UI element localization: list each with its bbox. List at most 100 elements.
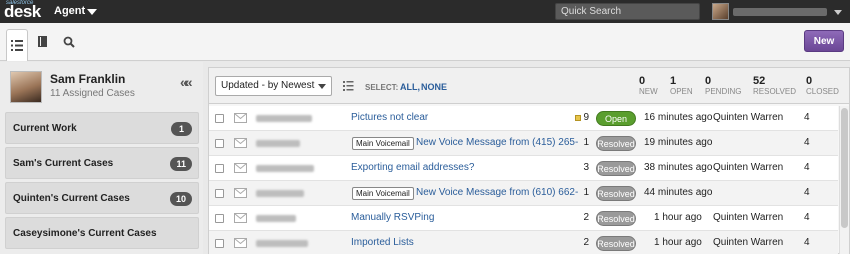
row-checkbox[interactable] (215, 164, 224, 173)
message-count: 2 (583, 212, 589, 223)
stat-open[interactable]: 1 OPEN (670, 75, 693, 96)
table-row[interactable]: Main Voicemail New Voice Message from (41… (209, 131, 838, 156)
list-header: Updated - by Newest SELECT: ALL, NONE 0 … (209, 68, 849, 104)
customer-name-redacted (256, 190, 304, 197)
count-badge: 10 (169, 192, 192, 206)
status-badge: Open (596, 111, 636, 126)
profile-name: Sam Franklin (50, 72, 126, 86)
toolbar: New (0, 23, 850, 61)
table-row[interactable]: Exporting email addresses? 3 Resolved 38 mi… (209, 156, 838, 181)
sort-select[interactable]: Updated - by Newest (215, 76, 332, 96)
row-checkbox[interactable] (215, 139, 224, 148)
customer-name-redacted (256, 215, 296, 222)
user-name-redacted[interactable] (733, 8, 827, 16)
table-row[interactable]: Main Voicemail New Voice Message from (61… (209, 181, 838, 206)
sidebar-item-label: Current Work (13, 122, 77, 134)
stat-label: NEW (639, 87, 658, 96)
sidebar-item-quintens-cases[interactable]: Quinten's Current Cases 10 (5, 182, 199, 214)
stat-pending[interactable]: 0 PENDING (705, 75, 741, 96)
message-count: 3 (583, 162, 589, 173)
scroll-thumb[interactable] (841, 108, 848, 228)
select-label: SELECT: (365, 83, 399, 92)
table-row[interactable]: Imported Lists 2 Resolved 1 hour ago Quinten… (209, 231, 838, 254)
user-menu-chevron-icon[interactable] (834, 10, 842, 15)
envelope-icon (234, 188, 247, 198)
stat-value: 0 (806, 75, 813, 87)
select-all-link[interactable]: ALL, (400, 82, 420, 92)
stat-closed[interactable]: 0 CLOSED (806, 75, 839, 96)
updated-time: 1 hour ago (654, 212, 702, 223)
table-row[interactable]: Pictures not clear 9 Open 16 minutes ago Qui… (209, 106, 838, 131)
stat-label: OPEN (670, 87, 693, 96)
sidebar-item-label: Caseysimone's Current Cases (13, 227, 157, 239)
message-count: 1 (583, 137, 589, 148)
row-checkbox[interactable] (215, 214, 224, 223)
case-subject-link[interactable]: Exporting email addresses? (351, 162, 474, 173)
message-count: 2 (583, 237, 589, 248)
stat-value: 1 (670, 75, 677, 87)
customer-name-redacted (256, 240, 308, 247)
top-bar: salesforce desk Agent Quick Search (0, 0, 850, 23)
status-badge: Resolved (596, 136, 636, 151)
count-badge: 1 (171, 122, 192, 136)
scrollbar[interactable] (839, 106, 849, 254)
case-subject-link[interactable]: Manually RSVPing (351, 212, 434, 223)
customer-name-redacted (256, 140, 300, 147)
quick-search-input[interactable]: Quick Search (555, 3, 700, 20)
agent-menu-label[interactable]: Agent (54, 5, 85, 17)
updated-time: 16 minutes ago (644, 112, 713, 123)
message-count: 1 (583, 187, 589, 198)
envelope-icon (234, 213, 247, 223)
new-case-button[interactable]: New (804, 30, 844, 52)
updated-time: 44 minutes ago (644, 187, 713, 198)
user-avatar[interactable] (712, 3, 729, 20)
assignee-name: Quinten Warren (713, 162, 784, 173)
priority-value: 4 (804, 237, 810, 248)
sidebar-item-caseysimones-cases[interactable]: Caseysimone's Current Cases (5, 217, 199, 249)
count-badge: 11 (170, 157, 192, 171)
table-row[interactable]: Manually RSVPing 2 Resolved 1 hour ago Quint… (209, 206, 838, 231)
status-badge: Resolved (596, 211, 636, 226)
sort-select-value: Updated - by Newest (221, 80, 315, 91)
case-subject-link[interactable]: New Voice Message from (415) 265- (416, 137, 578, 148)
row-checkbox[interactable] (215, 239, 224, 248)
channel-tag: Main Voicemail (352, 187, 414, 200)
stat-new[interactable]: 0 NEW (639, 75, 658, 96)
status-badge: Resolved (596, 161, 636, 176)
book-icon (38, 36, 47, 47)
stat-value: 0 (639, 75, 646, 87)
collapse-sidebar-icon[interactable]: «« (180, 74, 192, 90)
case-subject-link[interactable]: New Voice Message from (610) 662- (416, 187, 578, 198)
priority-value: 4 (804, 137, 810, 148)
priority-value: 4 (804, 162, 810, 173)
list-view-button[interactable] (6, 29, 28, 61)
priority-value: 4 (804, 187, 810, 198)
sidebar-item-sams-cases[interactable]: Sam's Current Cases 11 (5, 147, 199, 179)
envelope-icon (234, 138, 247, 148)
chevron-down-icon (318, 84, 326, 89)
stat-resolved[interactable]: 52 RESOLVED (753, 75, 796, 96)
desk-logo[interactable]: salesforce desk (4, 0, 46, 23)
profile-avatar (10, 71, 42, 103)
updated-time: 38 minutes ago (644, 162, 713, 173)
channel-tag: Main Voicemail (352, 137, 414, 150)
list-icon (11, 40, 23, 51)
row-checkbox[interactable] (215, 114, 224, 123)
search-icon (63, 36, 75, 48)
sidebar-item-current-work[interactable]: Current Work 1 (5, 112, 199, 144)
chevron-down-icon[interactable] (87, 9, 97, 15)
knowledge-button[interactable] (32, 29, 54, 55)
updated-time: 1 hour ago (654, 237, 702, 248)
case-subject-link[interactable]: Imported Lists (351, 237, 414, 248)
status-badge: Resolved (596, 236, 636, 251)
assignee-name: Quinten Warren (713, 237, 784, 248)
row-checkbox[interactable] (215, 189, 224, 198)
sidebar: Sam Franklin 11 Assigned Cases «« Curren… (0, 62, 203, 254)
select-none-link[interactable]: NONE (421, 82, 447, 92)
search-button[interactable] (58, 29, 80, 55)
sidebar-item-label: Quinten's Current Cases (13, 192, 130, 204)
assignee-name: Quinten Warren (713, 112, 784, 123)
case-subject-link[interactable]: Pictures not clear (351, 112, 428, 123)
envelope-icon (234, 163, 247, 173)
select-list-icon[interactable] (343, 81, 354, 91)
